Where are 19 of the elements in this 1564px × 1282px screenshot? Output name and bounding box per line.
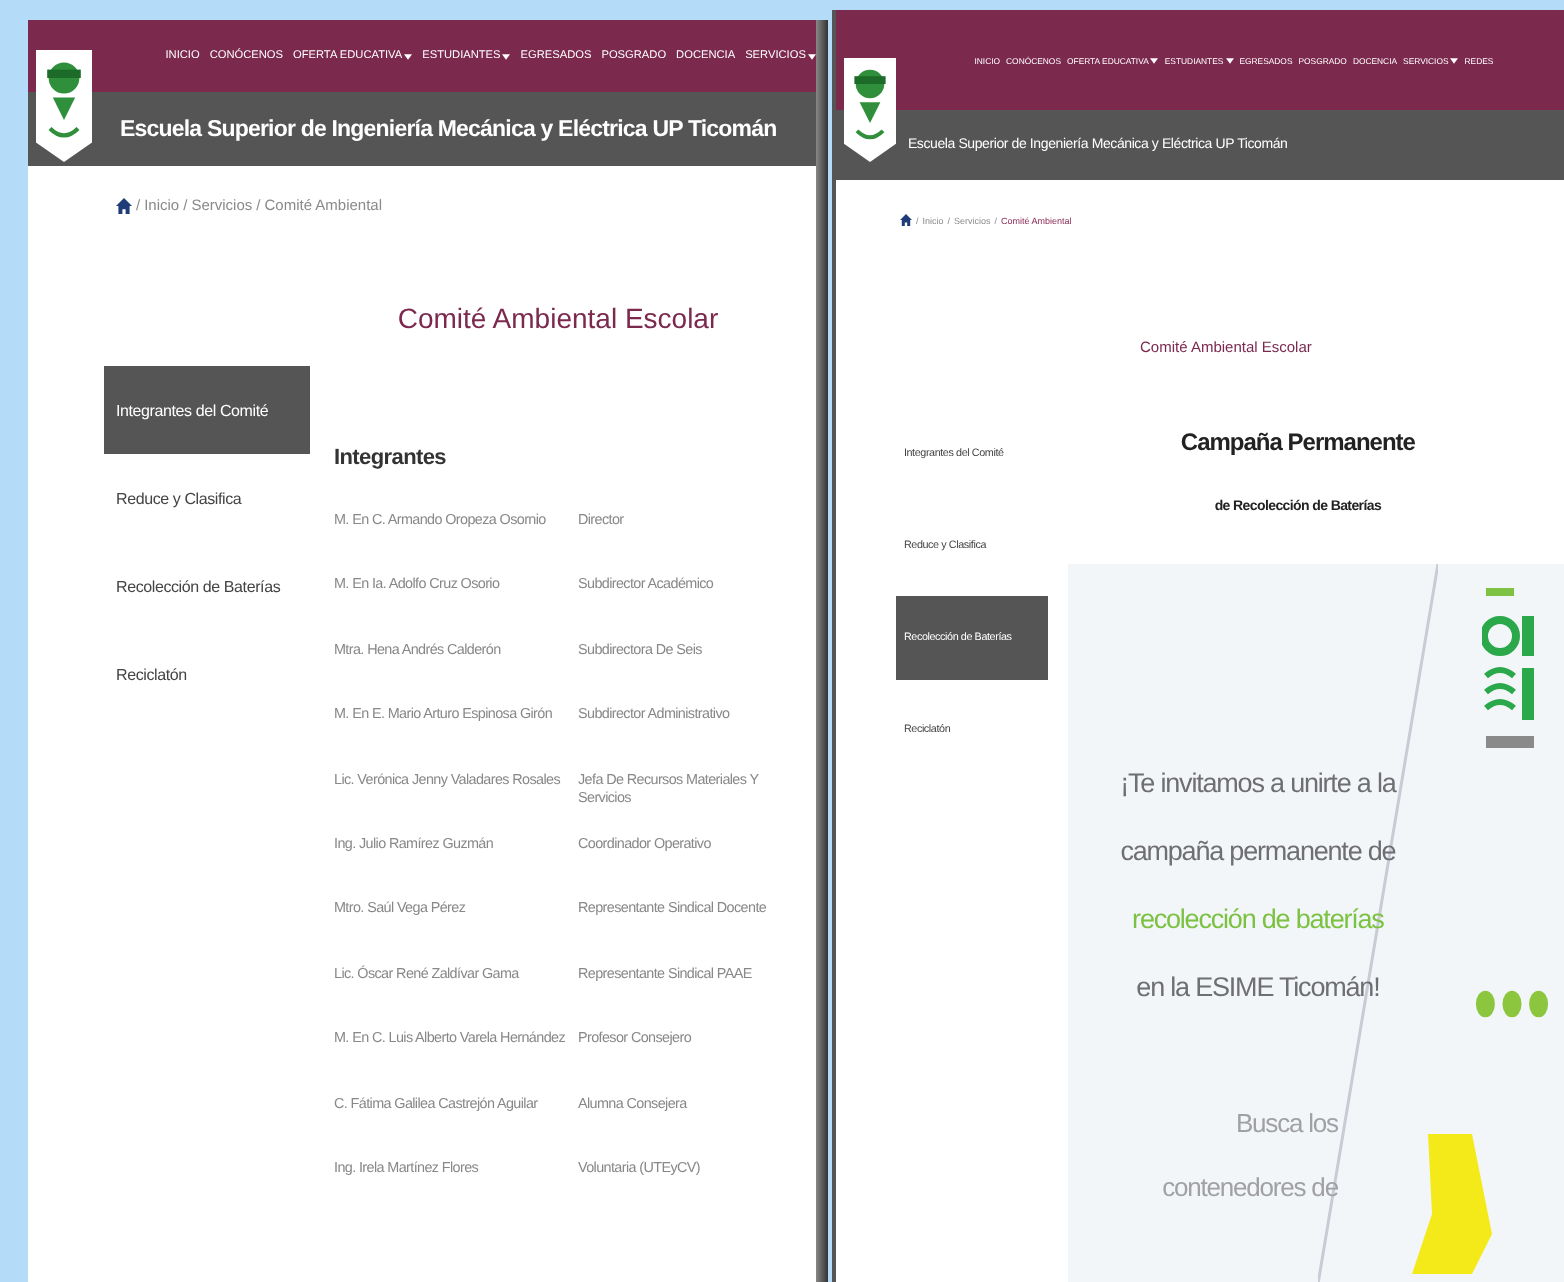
poster-note: Busca los: [1235, 1106, 1338, 1142]
sidebar-item[interactable]: Recolección de Baterías: [104, 542, 310, 630]
site-title: Escuela Superior de Ingeniería Mecánica y Eléctrica UP Ticomán: [120, 117, 777, 141]
scrollbar[interactable]: [815, 20, 828, 1282]
home-icon[interactable]: [116, 197, 132, 213]
poster-note: contenedores de: [1162, 1170, 1338, 1206]
page-title: Comité Ambiental Escolar: [395, 302, 721, 334]
section-heading: Integrantes: [334, 446, 448, 474]
sidebar-item[interactable]: Reduce y Clasifica: [104, 454, 310, 542]
campaign-title: Campaña Permanente: [1180, 428, 1415, 456]
dots-icon: [1473, 990, 1550, 1018]
poster-text: recolección de baterías: [1132, 902, 1384, 938]
poster-text: campaña permanente de: [1120, 834, 1396, 870]
sidebar-item[interactable]: Integrantes del Comité: [104, 366, 310, 454]
home-icon[interactable]: [899, 214, 912, 226]
poster-text: ¡Te invitamos a unirte a la: [1120, 766, 1396, 802]
poster-text: en la ESIME Ticomán!: [1136, 970, 1380, 1006]
sidebar-item[interactable]: Reciclatón: [104, 630, 310, 718]
wedge-graphic: [1411, 1134, 1492, 1274]
